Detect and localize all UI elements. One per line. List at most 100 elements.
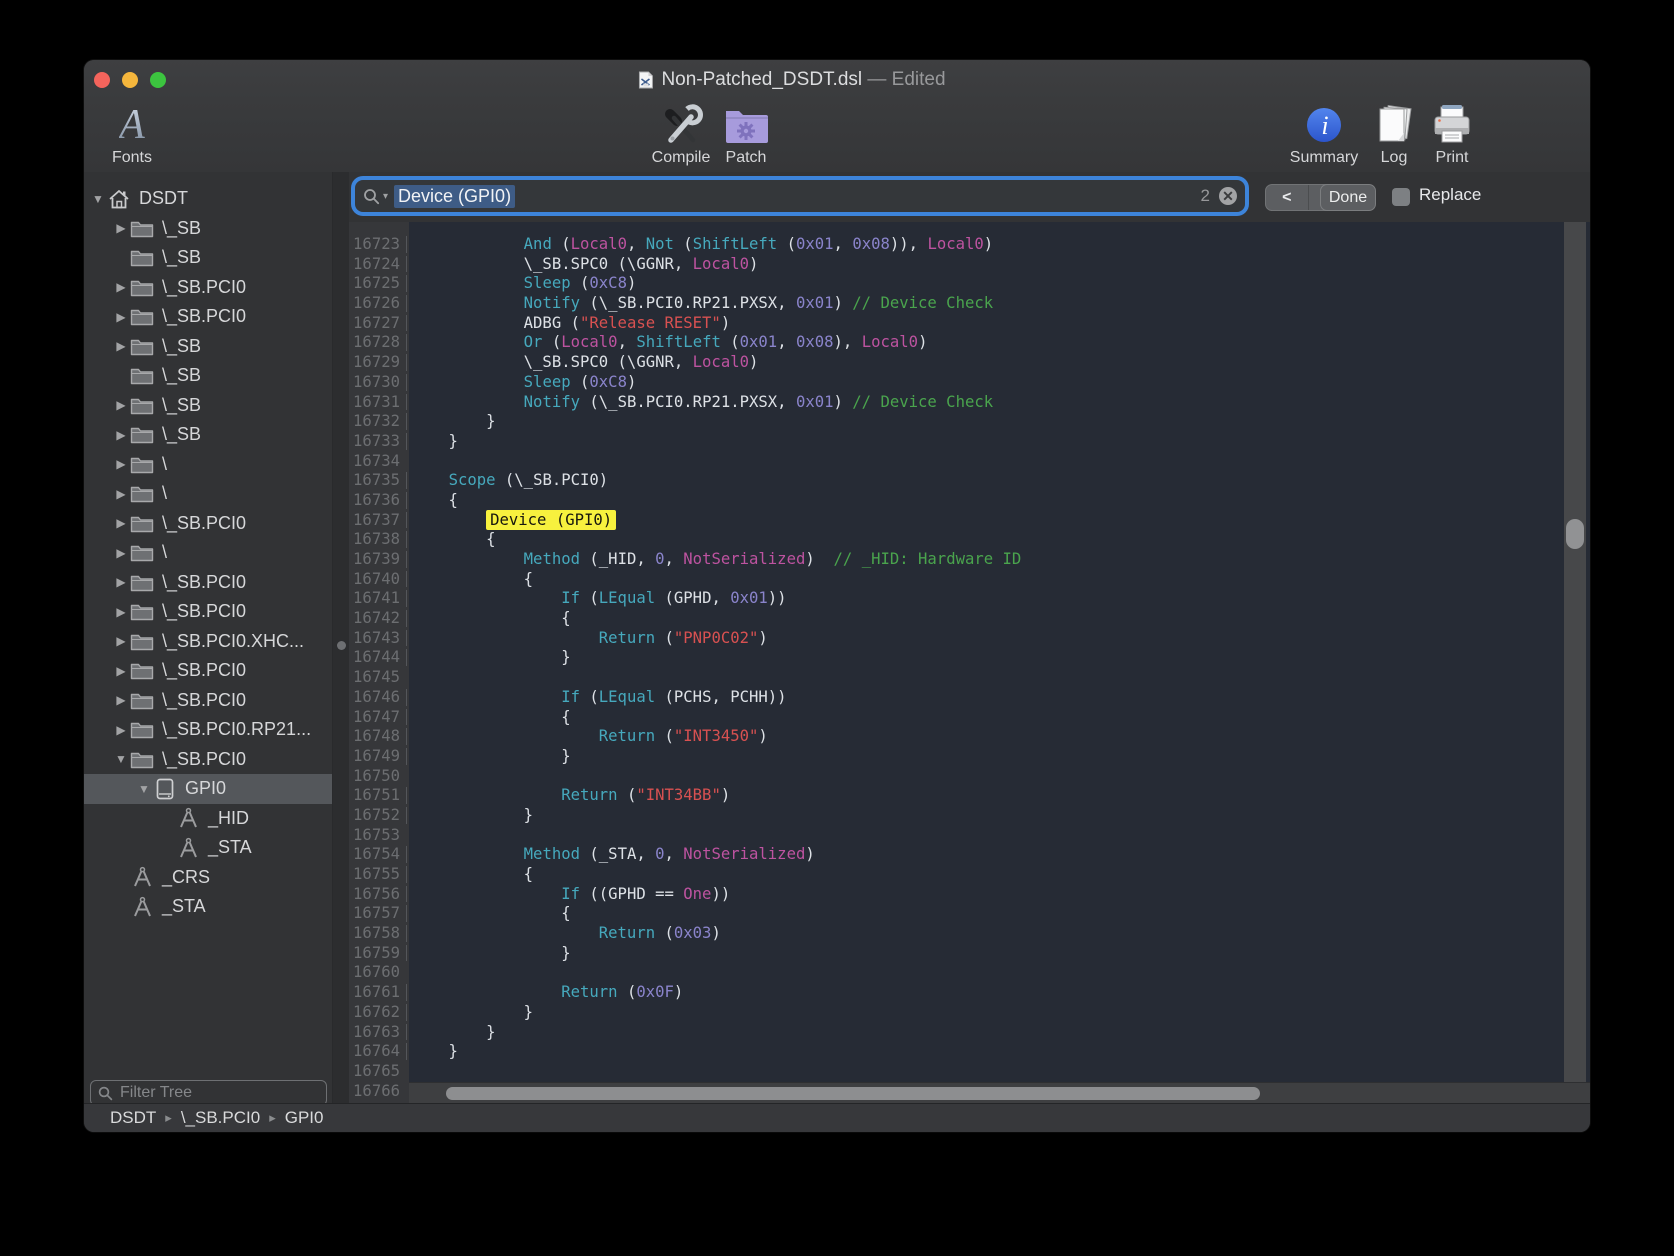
clear-search-icon[interactable]: ✕ — [1219, 187, 1237, 205]
code-line[interactable]: 16731 Notify (\_SB.PCI0.RP21.PXSX, 0x01)… — [349, 393, 1590, 413]
replace-checkbox[interactable] — [1392, 188, 1410, 206]
tree-item-sb[interactable]: ▶\_SB — [84, 420, 332, 450]
code-line[interactable]: 16734 — [349, 452, 1590, 472]
tree-item-sbpci0[interactable]: ▼\_SB.PCI0 — [84, 745, 332, 775]
code-line[interactable]: 16761 Return (0x0F) — [349, 983, 1590, 1003]
tree-item-sbpci0xhc[interactable]: ▶\_SB.PCI0.XHC... — [84, 627, 332, 657]
document-proxy-icon[interactable] — [638, 71, 653, 89]
disclosure-triangle-icon[interactable]: ▶ — [113, 546, 129, 560]
tree-item-[interactable]: ▶\ — [84, 538, 332, 568]
disclosure-triangle-icon[interactable]: ▶ — [113, 398, 129, 412]
tree-item-sbpci0[interactable]: ▶\_SB.PCI0 — [84, 656, 332, 686]
code-line[interactable]: 16762 } — [349, 1003, 1590, 1023]
disclosure-triangle-icon[interactable]: ▶ — [113, 516, 129, 530]
code-line[interactable]: 16764 } — [349, 1042, 1590, 1062]
code-line[interactable]: 16760 — [349, 963, 1590, 983]
code-line[interactable]: 16733 } — [349, 432, 1590, 452]
code-line[interactable]: 16728 Or (Local0, ShiftLeft (0x01, 0x08)… — [349, 333, 1590, 353]
tree-item-gpi0[interactable]: ▼GPI0 — [84, 774, 332, 804]
code-editor[interactable]: 16723 And (Local0, Not (ShiftLeft (0x01,… — [349, 222, 1590, 1104]
tree-item-hid[interactable]: _HID — [84, 804, 332, 834]
code-line[interactable]: 16723 And (Local0, Not (ShiftLeft (0x01,… — [349, 235, 1590, 255]
disclosure-triangle-icon[interactable]: ▼ — [113, 752, 129, 766]
tree-item-crs[interactable]: _CRS — [84, 863, 332, 893]
tree-item-dsdt[interactable]: ▼DSDT — [84, 184, 332, 214]
horizontal-scrollbar[interactable] — [409, 1082, 1590, 1104]
breadcrumb-item[interactable]: GPI0 — [285, 1108, 324, 1128]
disclosure-triangle-icon[interactable]: ▶ — [113, 487, 129, 501]
disclosure-triangle-icon[interactable]: ▶ — [113, 280, 129, 294]
code-line[interactable]: 16756 If ((GPHD == One)) — [349, 885, 1590, 905]
code-line[interactable]: 16746 If (LEqual (PCHS, PCHH)) — [349, 688, 1590, 708]
code-line[interactable]: 16752 } — [349, 806, 1590, 826]
code-line[interactable]: 16740 { — [349, 570, 1590, 590]
code-line[interactable]: 16736 { — [349, 491, 1590, 511]
code-line[interactable]: 16741 If (LEqual (GPHD, 0x01)) — [349, 589, 1590, 609]
breadcrumb-item[interactable]: \_SB.PCI0 — [181, 1108, 260, 1128]
disclosure-triangle-icon[interactable]: ▼ — [136, 782, 152, 796]
code-line[interactable]: 16724 \_SB.SPC0 (\GGNR, Local0) — [349, 255, 1590, 275]
tree-item-sb[interactable]: ▶\_SB — [84, 214, 332, 244]
vertical-scrollbar-thumb[interactable] — [1566, 519, 1584, 549]
code-line[interactable]: 16757 { — [349, 904, 1590, 924]
zoom-window-button[interactable] — [150, 72, 166, 88]
tree-item-sb[interactable]: ▶\_SB — [84, 391, 332, 421]
tree-item-sbpci0rp21[interactable]: ▶\_SB.PCI0.RP21... — [84, 715, 332, 745]
close-window-button[interactable] — [94, 72, 110, 88]
code-line[interactable]: 16738 { — [349, 530, 1590, 550]
vertical-scrollbar[interactable] — [1564, 222, 1586, 1083]
code-line[interactable]: 16755 { — [349, 865, 1590, 885]
tree-item-sb[interactable]: \_SB — [84, 243, 332, 273]
disclosure-triangle-icon[interactable]: ▶ — [113, 457, 129, 471]
breadcrumb-item[interactable]: DSDT — [110, 1108, 156, 1128]
code-line[interactable]: 16763 } — [349, 1023, 1590, 1043]
tree-item-[interactable]: ▶\ — [84, 450, 332, 480]
code-line[interactable]: 16753 — [349, 826, 1590, 846]
disclosure-triangle-icon[interactable]: ▶ — [113, 428, 129, 442]
patch-button[interactable]: Patch — [698, 100, 794, 172]
pane-splitter[interactable] — [332, 172, 350, 1104]
code-line[interactable]: 16739 Method (_HID, 0, NotSerialized) //… — [349, 550, 1590, 570]
code-line[interactable]: 16727 ADBG ("Release RESET") — [349, 314, 1590, 334]
disclosure-triangle-icon[interactable]: ▶ — [113, 339, 129, 353]
disclosure-triangle-icon[interactable]: ▶ — [113, 605, 129, 619]
disclosure-triangle-icon[interactable]: ▶ — [113, 310, 129, 324]
code-line[interactable]: 16759 } — [349, 944, 1590, 964]
tree-item-sb[interactable]: \_SB — [84, 361, 332, 391]
tree-item-sb[interactable]: ▶\_SB — [84, 332, 332, 362]
code-line[interactable]: 16732 } — [349, 412, 1590, 432]
code-line[interactable]: 16751 Return ("INT34BB") — [349, 786, 1590, 806]
search-icon[interactable] — [363, 188, 380, 205]
code-line[interactable]: 16729 \_SB.SPC0 (\GGNR, Local0) — [349, 353, 1590, 373]
find-previous-button[interactable]: < — [1266, 185, 1309, 210]
code-line[interactable]: 16725 Sleep (0xC8) — [349, 274, 1590, 294]
tree-item-sta[interactable]: _STA — [84, 892, 332, 922]
disclosure-triangle-icon[interactable]: ▶ — [113, 693, 129, 707]
done-button[interactable]: Done — [1320, 184, 1376, 211]
code-line[interactable]: 16758 Return (0x03) — [349, 924, 1590, 944]
code-line[interactable]: 16765 — [349, 1062, 1590, 1082]
tree-item-sbpci0[interactable]: ▶\_SB.PCI0 — [84, 597, 332, 627]
tree-item-sbpci0[interactable]: ▶\_SB.PCI0 — [84, 273, 332, 303]
code-line[interactable]: 16744 } — [349, 648, 1590, 668]
tree-item-sbpci0[interactable]: ▶\_SB.PCI0 — [84, 509, 332, 539]
fonts-button[interactable]: A Fonts — [84, 100, 180, 172]
code-line[interactable]: 16747 { — [349, 708, 1590, 728]
minimize-window-button[interactable] — [122, 72, 138, 88]
code-line[interactable]: 16737 Device (GPI0) — [349, 511, 1590, 531]
disclosure-triangle-icon[interactable]: ▶ — [113, 723, 129, 737]
tree-item-sbpci0[interactable]: ▶\_SB.PCI0 — [84, 686, 332, 716]
code-line[interactable]: 16750 — [349, 767, 1590, 787]
disclosure-triangle-icon[interactable]: ▼ — [90, 192, 106, 206]
print-button[interactable]: Print — [1404, 100, 1500, 172]
code-line[interactable]: 16735 Scope (\_SB.PCI0) — [349, 471, 1590, 491]
find-input[interactable]: ▾ Device (GPI0) 2 ✕ — [355, 180, 1245, 212]
disclosure-triangle-icon[interactable]: ▶ — [113, 575, 129, 589]
tree-item-sbpci0[interactable]: ▶\_SB.PCI0 — [84, 302, 332, 332]
disclosure-triangle-icon[interactable]: ▶ — [113, 634, 129, 648]
tree-item-sta[interactable]: _STA — [84, 833, 332, 863]
disclosure-triangle-icon[interactable]: ▶ — [113, 664, 129, 678]
code-line[interactable]: 16730 Sleep (0xC8) — [349, 373, 1590, 393]
search-menu-chevron-icon[interactable]: ▾ — [383, 191, 388, 202]
tree-item-[interactable]: ▶\ — [84, 479, 332, 509]
